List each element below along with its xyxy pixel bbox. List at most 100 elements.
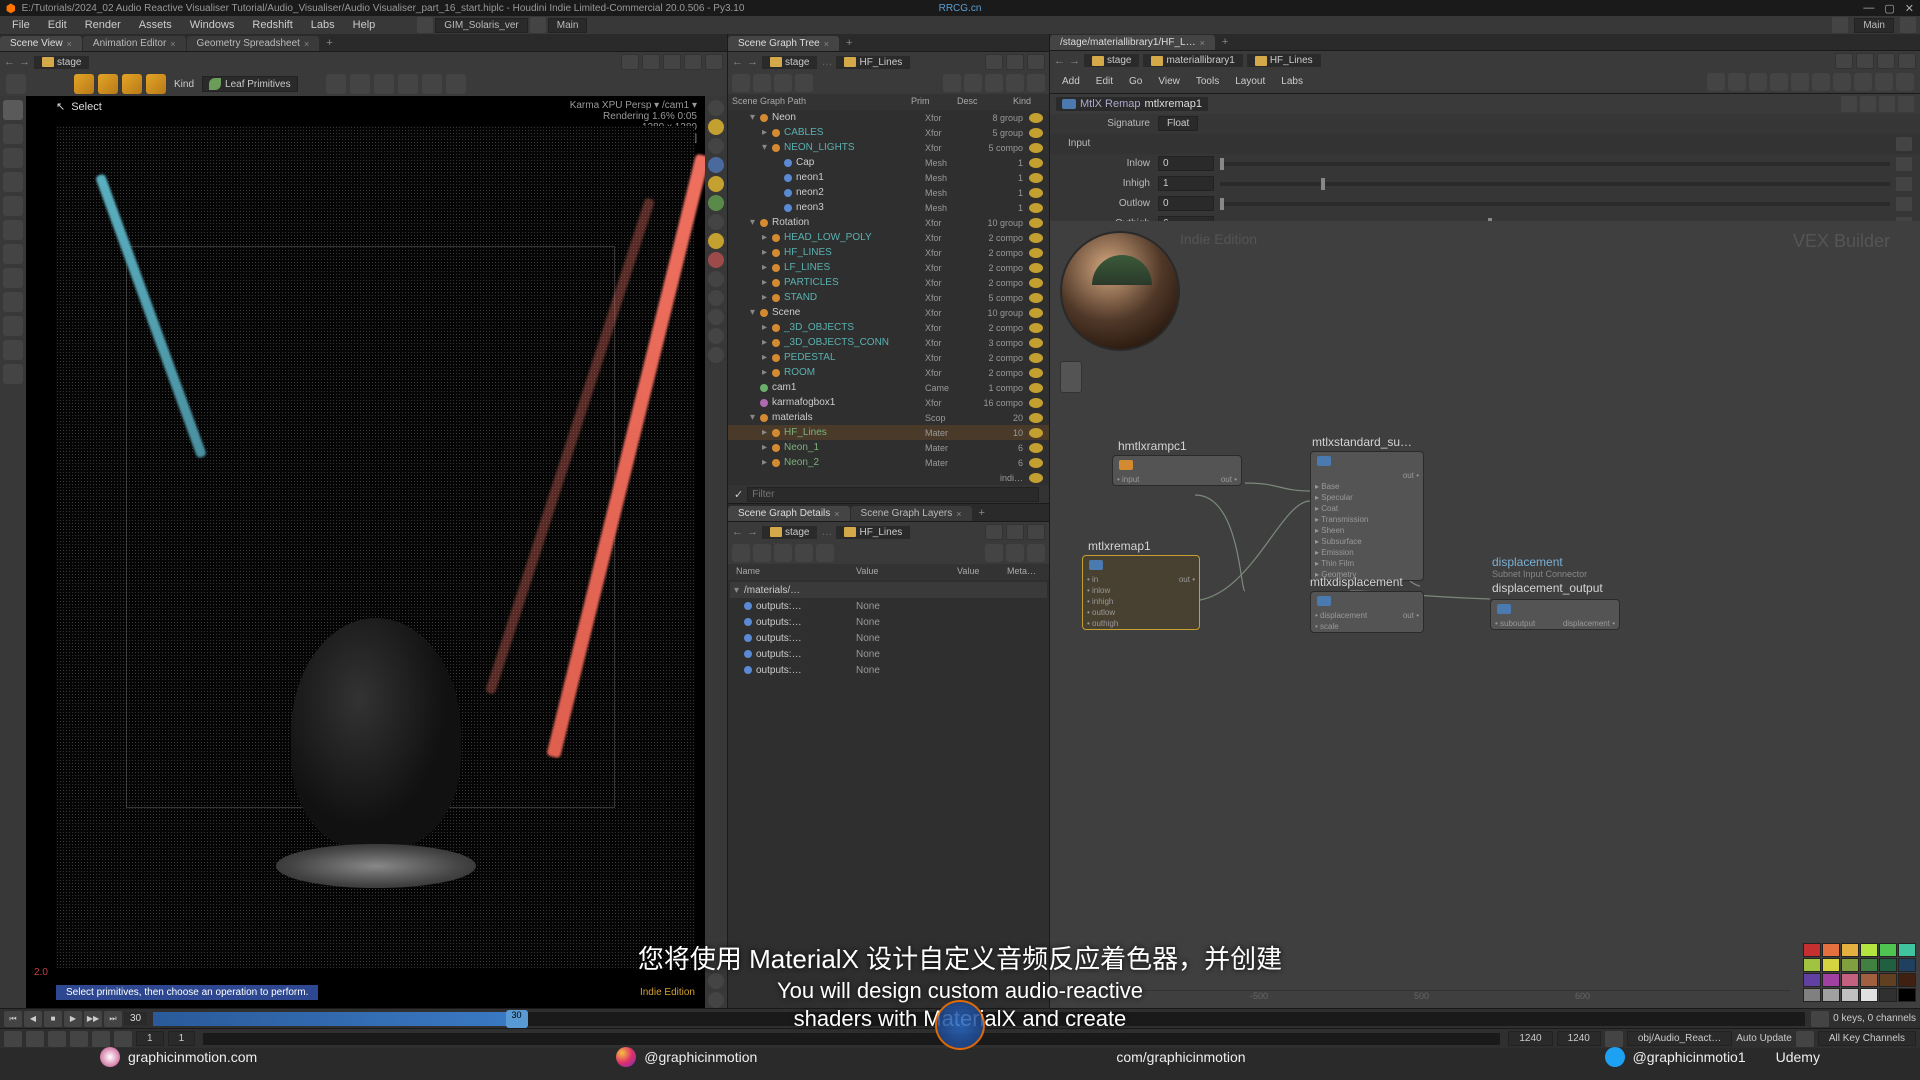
wire-icon[interactable] [708,157,724,173]
ne-add[interactable]: Add [1056,74,1086,89]
select-mode-1-icon[interactable] [74,74,94,94]
light-icon[interactable] [708,119,724,135]
palette-swatch[interactable] [1822,958,1840,972]
param-help-icon[interactable] [1898,96,1914,112]
col-prim[interactable]: Prim [907,94,953,110]
timeline-first-icon[interactable]: ⏮ [4,1011,22,1027]
scale-tool-icon[interactable] [3,172,23,192]
desktop-select[interactable]: GIM_Solaris_ver [435,18,527,33]
options-icon[interactable] [705,54,723,70]
take-select-right[interactable]: Main [1854,18,1894,33]
filter-icon[interactable] [985,544,1003,562]
expand-icon[interactable] [1898,53,1916,69]
pin-icon[interactable] [1835,53,1853,69]
tree-row[interactable]: ▾RotationXfor10 group [728,215,1049,230]
cloud-icon[interactable] [1832,17,1848,33]
palette-swatch[interactable] [1803,973,1821,987]
ne-view[interactable]: View [1152,74,1186,89]
param-inhigh-field[interactable] [1158,176,1214,191]
timeline-play-icon[interactable]: ▶ [64,1011,82,1027]
cam-icon[interactable] [708,233,724,249]
add-tab-button[interactable]: + [973,505,991,521]
breadcrumb-hflines[interactable]: HF_Lines [836,526,910,539]
take-select[interactable]: Main [548,18,588,33]
close-icon[interactable]: × [170,39,175,49]
nav-fwd-icon[interactable]: → [19,56,30,68]
filter-input[interactable] [747,487,1039,502]
palette-swatch[interactable] [1841,943,1859,957]
nav-back-icon[interactable]: ← [4,56,15,68]
tree-row[interactable]: ▾NeonXfor8 group [728,110,1049,125]
select-mode-2-icon[interactable] [98,74,118,94]
param-inlow-field[interactable] [1158,156,1214,171]
target-icon[interactable] [1877,53,1895,69]
leaf-primitives-select[interactable]: Leaf Primitives [202,76,298,92]
add-tab-button[interactable]: + [320,35,338,51]
tab-material-path[interactable]: /stage/materiallibrary1/HF_L…× [1050,35,1215,50]
breadcrumb-hflines[interactable]: HF_Lines [1247,54,1321,67]
ne-tool1-icon[interactable] [1707,73,1725,91]
brush-tool-icon[interactable] [3,220,23,240]
param-end-icon[interactable] [1896,177,1912,191]
nav-back-icon[interactable]: ← [732,56,743,68]
tree-row[interactable]: cam1Came1 compo [728,380,1049,395]
ne-tool5-icon[interactable] [1791,73,1809,91]
ne-tool2-icon[interactable] [1728,73,1746,91]
param-tool2-icon[interactable] [1860,96,1876,112]
rotate-tool-icon[interactable] [3,148,23,168]
add-tab-button[interactable]: + [1216,34,1234,50]
palette-swatch[interactable] [1841,958,1859,972]
param-node-label[interactable]: MtlX Remap mtlxremap1 [1056,97,1208,111]
lock-icon[interactable] [1856,53,1874,69]
tree-row[interactable]: neon2Mesh1 [728,185,1049,200]
tree-row[interactable]: neon1Mesh1 [728,170,1049,185]
palette-swatch[interactable] [1860,958,1878,972]
palette-swatch[interactable] [1803,988,1821,1002]
pin-icon[interactable] [985,54,1003,70]
shade-icon[interactable] [708,138,724,154]
ne-labs[interactable]: Labs [1275,74,1309,89]
close-icon[interactable]: × [1200,38,1205,48]
more2-icon[interactable] [708,347,724,363]
timeline-last-icon[interactable]: ⏭ [104,1011,122,1027]
palette-swatch[interactable] [1803,943,1821,957]
tree-row[interactable]: ▸ROOMXfor2 compo [728,365,1049,380]
dots-icon[interactable] [708,309,724,325]
list3-icon[interactable] [774,544,792,562]
ne-tool8-icon[interactable] [1854,73,1872,91]
param-end-icon[interactable] [1896,157,1912,171]
timeline-playhead[interactable]: 30 [506,1010,528,1028]
detail-row[interactable]: outputs:…None [730,598,1047,614]
magnet-tool-icon[interactable] [3,292,23,312]
nav-back-icon[interactable]: ← [732,526,743,538]
hq-icon[interactable] [708,176,724,192]
info-icon[interactable] [1006,544,1024,562]
palette-swatch[interactable] [1803,958,1821,972]
breadcrumb-stage[interactable]: stage [34,56,89,69]
tree-row[interactable]: indi… [728,470,1049,485]
nav-fwd-icon[interactable]: → [747,526,758,538]
palette-swatch[interactable] [1898,958,1916,972]
node-displacement[interactable]: • displacementout • • scale [1310,591,1424,634]
breadcrumb-stage[interactable]: stage [762,56,817,69]
tab-geometry-spreadsheet[interactable]: Geometry Spreadsheet× [187,36,320,51]
palette-swatch[interactable] [1879,943,1897,957]
menu-render[interactable]: Render [77,17,129,33]
palette-swatch[interactable] [1822,973,1840,987]
tree-row[interactable]: ▸HEAD_LOW_POLYXfor2 compo [728,230,1049,245]
tree-row[interactable]: ▸PARTICLESXfor2 compo [728,275,1049,290]
region-tool-icon[interactable] [3,364,23,384]
param-outlow-slider[interactable] [1220,202,1890,206]
ghost-icon[interactable] [708,195,724,211]
vis3-icon[interactable] [985,74,1003,92]
gear-icon[interactable] [708,290,724,306]
ne-tool3-icon[interactable] [1749,73,1767,91]
bg-icon[interactable] [708,214,724,230]
desktop-icon[interactable] [417,17,433,33]
ne-tool9-icon[interactable] [1875,73,1893,91]
node-stub[interactable] [1060,361,1082,393]
ne-edit[interactable]: Edit [1090,74,1119,89]
tab-scene-graph-layers[interactable]: Scene Graph Layers× [851,506,972,521]
filter-check-icon[interactable]: ✓ [734,488,743,501]
expand-icon[interactable] [1027,524,1045,540]
